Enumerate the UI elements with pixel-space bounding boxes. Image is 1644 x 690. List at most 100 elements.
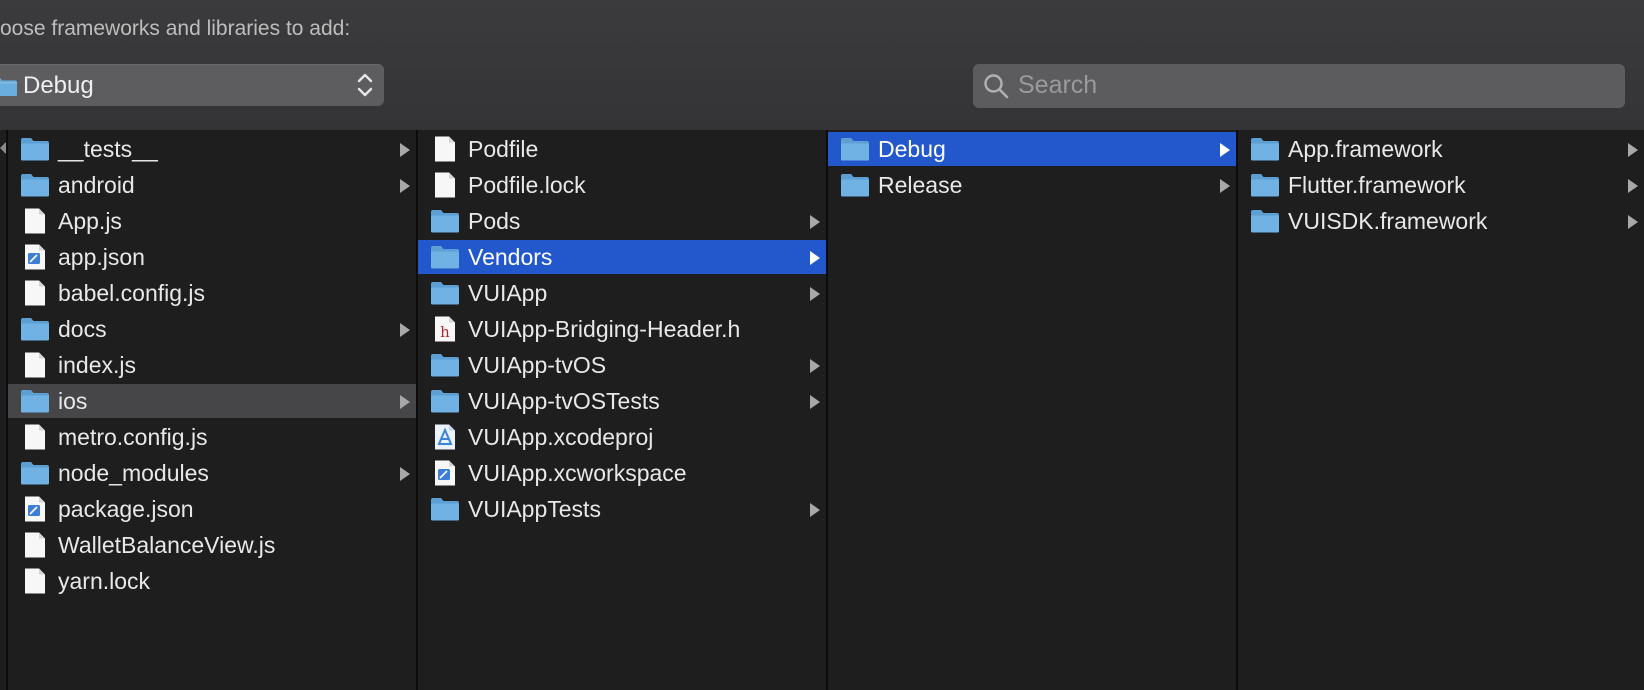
folder-icon bbox=[430, 388, 460, 414]
browser-item-label: Debug bbox=[878, 136, 946, 162]
folder-icon bbox=[20, 316, 50, 342]
disclosure-arrow-icon bbox=[400, 467, 410, 481]
xcworkspace-icon bbox=[430, 460, 460, 486]
dialog-header: oose frameworks and libraries to add: De… bbox=[0, 0, 1644, 130]
browser-item-flutter-framework[interactable]: Flutter.framework bbox=[1238, 168, 1644, 202]
browser-item-label: index.js bbox=[58, 352, 136, 378]
search-field[interactable] bbox=[973, 64, 1625, 108]
chevron-up-down-icon bbox=[356, 71, 374, 104]
browser-item-label: Podfile bbox=[468, 136, 539, 162]
disclosure-arrow-icon bbox=[810, 251, 820, 265]
browser-item-metro-config-js[interactable]: metro.config.js bbox=[8, 420, 416, 454]
folder-icon bbox=[0, 77, 18, 102]
browser-item-walletbalanceview-js[interactable]: WalletBalanceView.js bbox=[8, 528, 416, 562]
browser-item-label: VUIApp-tvOS bbox=[468, 352, 607, 378]
browser-column-3[interactable]: Debug Release bbox=[828, 130, 1236, 690]
folder-icon bbox=[430, 208, 460, 234]
browser-item-label: Podfile.lock bbox=[468, 172, 586, 198]
browser-item-label: docs bbox=[58, 316, 107, 342]
browser-item-label: yarn.lock bbox=[58, 568, 151, 594]
browser-item-label: android bbox=[58, 172, 135, 198]
disclosure-arrow-icon bbox=[400, 179, 410, 193]
search-input[interactable] bbox=[1018, 69, 1608, 101]
browser-item-vuiapp-xcodeproj[interactable]: VUIApp.xcodeproj bbox=[418, 420, 826, 454]
browser-item-app-js[interactable]: App.js bbox=[8, 204, 416, 238]
browser-item-label: package.json bbox=[58, 496, 194, 522]
document-icon bbox=[20, 532, 50, 558]
browser-item-tests[interactable]: __tests__ bbox=[8, 132, 416, 166]
browser-item-label: app.json bbox=[58, 244, 145, 270]
document-icon bbox=[20, 280, 50, 306]
browser-item-label: __tests__ bbox=[58, 136, 158, 162]
folder-icon bbox=[430, 496, 460, 522]
browser-item-label: node_modules bbox=[58, 460, 209, 486]
browser-item-ios[interactable]: ios bbox=[8, 384, 416, 418]
browser-item-app-json[interactable]: app.json bbox=[8, 240, 416, 274]
browser-item-label: Pods bbox=[468, 208, 521, 234]
browser-item-label: WalletBalanceView.js bbox=[58, 532, 276, 558]
xcodeproj-icon bbox=[430, 424, 460, 450]
disclosure-arrow-icon bbox=[810, 287, 820, 301]
browser-item-babel-config-js[interactable]: babel.config.js bbox=[8, 276, 416, 310]
folder-icon bbox=[20, 460, 50, 486]
browser-item-label: Release bbox=[878, 172, 963, 198]
browser-item-docs[interactable]: docs bbox=[8, 312, 416, 346]
folder-icon bbox=[1250, 172, 1280, 198]
folder-icon bbox=[1250, 208, 1280, 234]
browser-item-label: VUIApp bbox=[468, 280, 548, 306]
browser-item-vuiapp[interactable]: VUIApp bbox=[418, 276, 826, 310]
disclosure-arrow-icon bbox=[1628, 179, 1638, 193]
browser-column-4[interactable]: App.framework Flutter.framework VUISDK.fra… bbox=[1238, 130, 1644, 690]
browser-item-yarn-lock[interactable]: yarn.lock bbox=[8, 564, 416, 598]
browser-item-label: App.js bbox=[58, 208, 122, 234]
folder-icon bbox=[1250, 136, 1280, 162]
disclosure-arrow-icon bbox=[810, 395, 820, 409]
document-icon bbox=[20, 352, 50, 378]
browser-item-app-framework[interactable]: App.framework bbox=[1238, 132, 1644, 166]
location-popup-value: Debug bbox=[23, 72, 94, 99]
browser-item-node-modules[interactable]: node_modules bbox=[8, 456, 416, 490]
browser-item-vuiapp-tvostests[interactable]: VUIApp-tvOSTests bbox=[418, 384, 826, 418]
browser-item-pods[interactable]: Pods bbox=[418, 204, 826, 238]
browser-item-vuiapp-tvos[interactable]: VUIApp-tvOS bbox=[418, 348, 826, 382]
browser-item-release[interactable]: Release bbox=[828, 168, 1236, 202]
disclosure-arrow-icon bbox=[400, 323, 410, 337]
browser-item-label: babel.config.js bbox=[58, 280, 206, 306]
disclosure-arrow-icon bbox=[1220, 179, 1230, 193]
browser-item-label: VUIAppTests bbox=[468, 496, 601, 522]
browser-item-android[interactable]: android bbox=[8, 168, 416, 202]
svg-text:h: h bbox=[440, 323, 450, 341]
browser-item-package-json[interactable]: package.json bbox=[8, 492, 416, 526]
location-popup[interactable]: Debug bbox=[0, 64, 384, 106]
browser-item-podfile[interactable]: Podfile bbox=[418, 132, 826, 166]
disclosure-arrow-icon bbox=[810, 215, 820, 229]
column-browser: __tests__android App.js app.json babel.conf… bbox=[0, 130, 1644, 690]
browser-item-vuisdk-framework[interactable]: VUISDK.framework bbox=[1238, 204, 1644, 238]
folder-icon bbox=[840, 172, 870, 198]
browser-item-label: App.framework bbox=[1288, 136, 1443, 162]
browser-item-vuiapp-bridging-header-h[interactable]: h VUIApp-Bridging-Header.h bbox=[418, 312, 826, 346]
browser-item-podfile-lock[interactable]: Podfile.lock bbox=[418, 168, 826, 202]
folder-icon bbox=[20, 136, 50, 162]
folder-icon bbox=[840, 136, 870, 162]
disclosure-arrow-icon bbox=[1628, 143, 1638, 157]
json-file-icon bbox=[20, 496, 50, 522]
browser-item-vendors[interactable]: Vendors bbox=[418, 240, 826, 274]
browser-item-vuiapp-xcworkspace[interactable]: VUIApp.xcworkspace bbox=[418, 456, 826, 490]
browser-item-label: Vendors bbox=[468, 244, 553, 270]
disclosure-arrow-icon bbox=[810, 503, 820, 517]
browser-item-debug[interactable]: Debug bbox=[828, 132, 1236, 166]
browser-item-index-js[interactable]: index.js bbox=[8, 348, 416, 382]
browser-column-2[interactable]: Podfile Podfile.lock Pods Vendors VUIApp h VUI… bbox=[418, 130, 826, 690]
browser-item-label: VUIApp-tvOSTests bbox=[468, 388, 660, 414]
browser-item-vuiapptests[interactable]: VUIAppTests bbox=[418, 492, 826, 526]
browser-item-label: VUIApp.xcworkspace bbox=[468, 460, 687, 486]
browser-item-label: VUISDK.framework bbox=[1288, 208, 1488, 234]
json-file-icon bbox=[20, 244, 50, 270]
disclosure-arrow-icon bbox=[400, 143, 410, 157]
document-icon bbox=[20, 208, 50, 234]
folder-icon bbox=[430, 352, 460, 378]
browser-column-1[interactable]: __tests__android App.js app.json babel.conf… bbox=[8, 130, 416, 690]
browser-item-label: VUIApp-Bridging-Header.h bbox=[468, 316, 741, 342]
browser-item-label: Flutter.framework bbox=[1288, 172, 1466, 198]
